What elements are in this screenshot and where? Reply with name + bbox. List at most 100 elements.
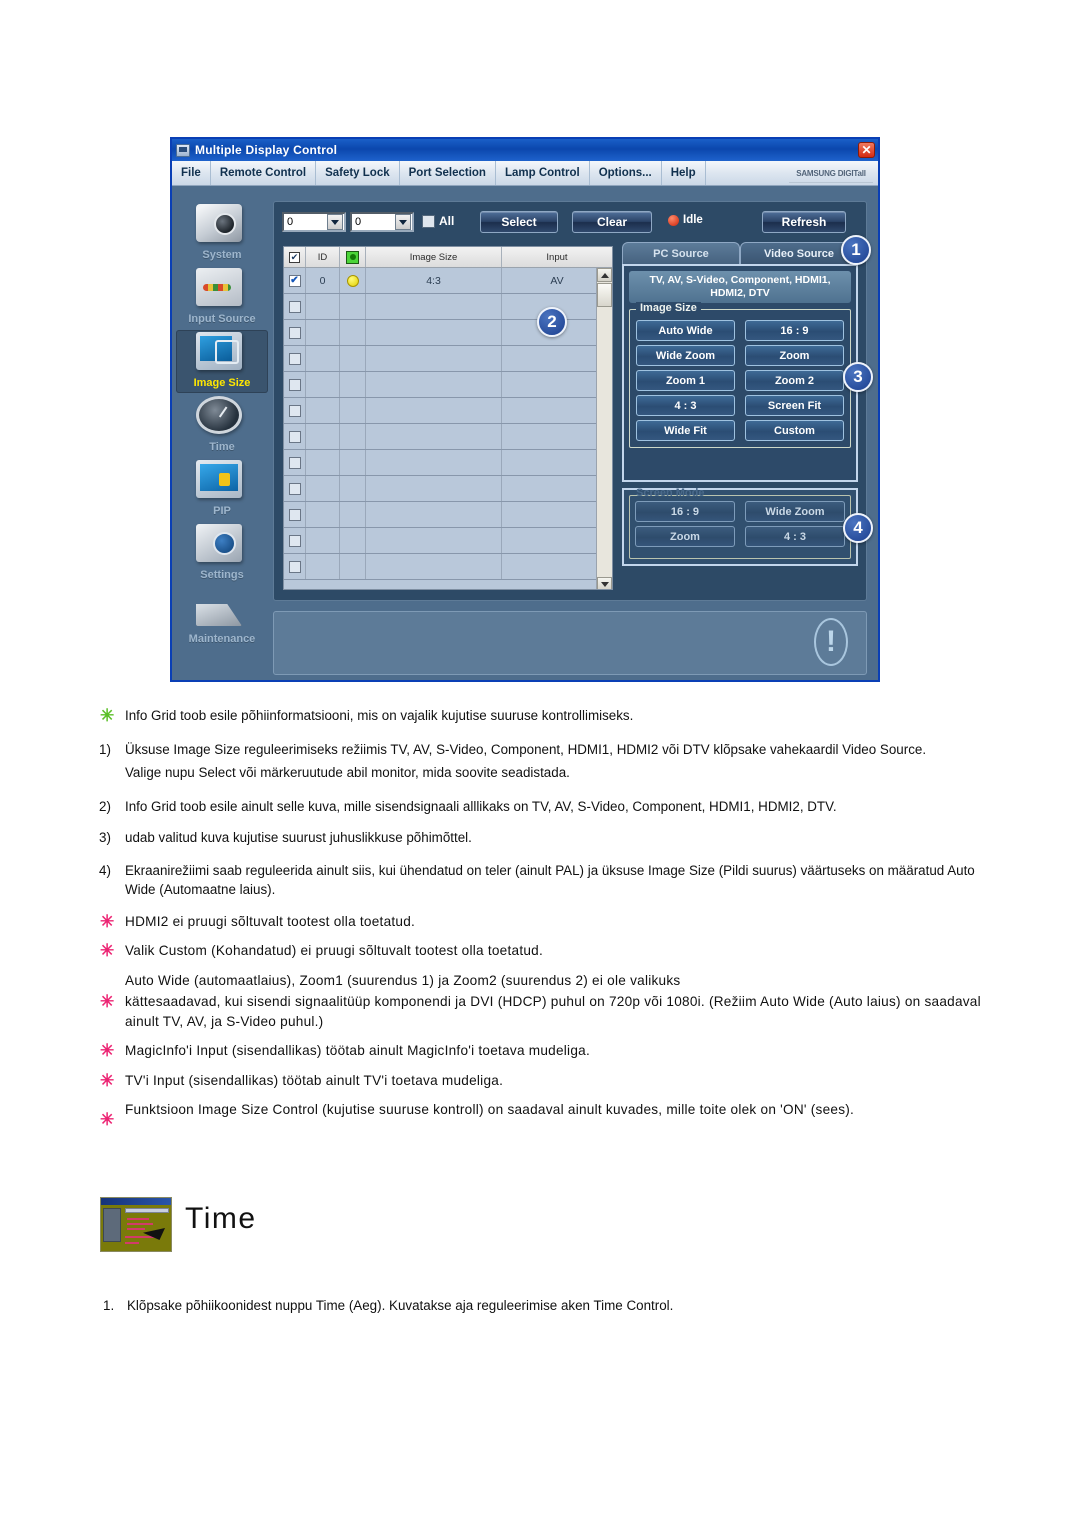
table-row[interactable]: [284, 528, 612, 554]
column-header-select-all[interactable]: ✔: [284, 247, 306, 267]
callout-badge-2: 2: [537, 307, 567, 337]
table-row[interactable]: [284, 424, 612, 450]
sidebar-item-maintenance[interactable]: Maintenance: [176, 586, 268, 649]
screen-fit-button[interactable]: Screen Fit: [745, 395, 844, 416]
row-checkbox[interactable]: [288, 508, 301, 521]
row-checkbox[interactable]: [288, 326, 301, 339]
custom-button[interactable]: Custom: [745, 420, 844, 441]
menu-item-help[interactable]: Help: [662, 161, 706, 185]
time-screenshot-thumbnail: [100, 1197, 172, 1252]
row-select-cell[interactable]: [284, 294, 306, 319]
table-row[interactable]: [284, 476, 612, 502]
row-checkbox[interactable]: [288, 482, 301, 495]
sidebar-item-time[interactable]: Time: [176, 394, 268, 457]
row-checkbox[interactable]: [288, 378, 301, 391]
row-select-cell[interactable]: [284, 424, 306, 449]
row-checkbox[interactable]: [288, 534, 301, 547]
scroll-up-icon[interactable]: [597, 268, 612, 282]
wide-zoom-button[interactable]: Wide Zoom: [636, 345, 735, 366]
screen-mode-wide-zoom-button[interactable]: Wide Zoom: [745, 501, 845, 522]
zoom-1-button[interactable]: Zoom 1: [636, 370, 735, 391]
row-checkbox[interactable]: [288, 352, 301, 365]
tab-video-source[interactable]: Video Source: [740, 242, 858, 264]
row-select-cell[interactable]: [284, 346, 306, 371]
menu-item-remote-control[interactable]: Remote Control: [211, 161, 317, 185]
row-select-cell[interactable]: [284, 502, 306, 527]
table-row[interactable]: [284, 554, 612, 580]
sidebar-item-image-size[interactable]: Image Size: [176, 330, 268, 393]
table-row[interactable]: [284, 372, 612, 398]
row-checkbox[interactable]: [288, 456, 301, 469]
star-icon: ✳: [100, 941, 115, 960]
auto-wide-button[interactable]: Auto Wide: [636, 320, 735, 341]
close-icon[interactable]: ✕: [858, 142, 875, 158]
clear-button[interactable]: Clear: [572, 211, 652, 233]
row-select-cell[interactable]: ✔: [284, 268, 306, 293]
row-select-cell[interactable]: [284, 398, 306, 423]
id-range-start-dropdown[interactable]: 0: [282, 212, 346, 232]
scrollbar-thumb[interactable]: [597, 283, 612, 307]
refresh-button[interactable]: Refresh: [762, 211, 846, 233]
checkbox-box[interactable]: [422, 214, 435, 228]
menu-item-safety-lock[interactable]: Safety Lock: [316, 161, 400, 185]
star-icon: ✳: [100, 911, 115, 931]
zoom-button[interactable]: Zoom: [745, 345, 844, 366]
select-button[interactable]: Select: [480, 211, 558, 233]
sidebar-item-label: PIP: [213, 505, 231, 517]
row-checkbox[interactable]: [288, 430, 301, 443]
menu-item-lamp-control[interactable]: Lamp Control: [496, 161, 590, 185]
sidebar-item-label: Image Size: [193, 377, 251, 389]
table-row[interactable]: [284, 398, 612, 424]
all-checkbox[interactable]: All: [422, 214, 454, 228]
table-row[interactable]: [284, 450, 612, 476]
screen-mode-zoom-button[interactable]: Zoom: [635, 526, 735, 547]
row-id-cell: [306, 476, 340, 501]
row-checkbox[interactable]: [288, 560, 301, 573]
sidebar-item-system[interactable]: System: [176, 202, 268, 265]
power-indicator-icon: [346, 250, 359, 264]
sidebar-item-pip[interactable]: PIP: [176, 458, 268, 521]
screen-mode-legend: Screen Mode: [636, 487, 705, 499]
menu-item-port-selection[interactable]: Port Selection: [400, 161, 496, 185]
chevron-down-icon[interactable]: [395, 214, 411, 230]
row-select-cell[interactable]: [284, 528, 306, 553]
system-icon: [196, 204, 242, 242]
row-checkbox[interactable]: [288, 404, 301, 417]
row-select-cell[interactable]: [284, 450, 306, 475]
chevron-down-icon[interactable]: [327, 214, 343, 230]
sidebar-item-input-source[interactable]: Input Source: [176, 266, 268, 329]
sidebar-item-label: System: [202, 249, 242, 261]
image-size-legend: Image Size: [636, 302, 701, 314]
row-select-cell[interactable]: [284, 554, 306, 579]
table-row[interactable]: ✔ 0 4:3 AV: [284, 268, 612, 294]
row-select-cell[interactable]: [284, 320, 306, 345]
tab-pc-source[interactable]: PC Source: [622, 242, 740, 264]
screen-mode-four-three-button[interactable]: 4 : 3: [745, 526, 845, 547]
column-header-image-size: Image Size: [366, 247, 502, 267]
id-range-end-dropdown[interactable]: 0: [350, 212, 414, 232]
status-led-icon: [668, 214, 679, 226]
four-three-button[interactable]: 4 : 3: [636, 395, 735, 416]
scroll-down-icon[interactable]: [597, 577, 612, 589]
table-row[interactable]: [284, 346, 612, 372]
header-checkbox[interactable]: ✔: [289, 251, 300, 263]
status-panel: !: [273, 611, 867, 675]
row-checkbox[interactable]: ✔: [288, 274, 301, 287]
menu-item-file[interactable]: File: [172, 161, 211, 185]
zoom-2-button[interactable]: Zoom 2: [745, 370, 844, 391]
note-text: HDMI2 ei pruugi sõltuvalt tootest olla t…: [125, 913, 416, 929]
row-image-size-cell: [366, 502, 502, 527]
sixteen-nine-button[interactable]: 16 : 9: [745, 320, 844, 341]
dropdown-value: 0: [287, 216, 294, 228]
screen-mode-sixteen-nine-button[interactable]: 16 : 9: [635, 501, 735, 522]
row-checkbox[interactable]: [288, 300, 301, 313]
grid-vertical-scrollbar[interactable]: [596, 268, 612, 589]
menu-item-options[interactable]: Options...: [590, 161, 662, 185]
table-row[interactable]: [284, 502, 612, 528]
note-text: Funktsioon Image Size Control (kujutise …: [125, 1102, 855, 1117]
note-custom: ✳ Valik Custom (Kohandatud) ei pruugi sõ…: [95, 941, 985, 961]
sidebar-item-settings[interactable]: Settings: [176, 522, 268, 585]
row-select-cell[interactable]: [284, 372, 306, 397]
wide-fit-button[interactable]: Wide Fit: [636, 420, 735, 441]
row-select-cell[interactable]: [284, 476, 306, 501]
